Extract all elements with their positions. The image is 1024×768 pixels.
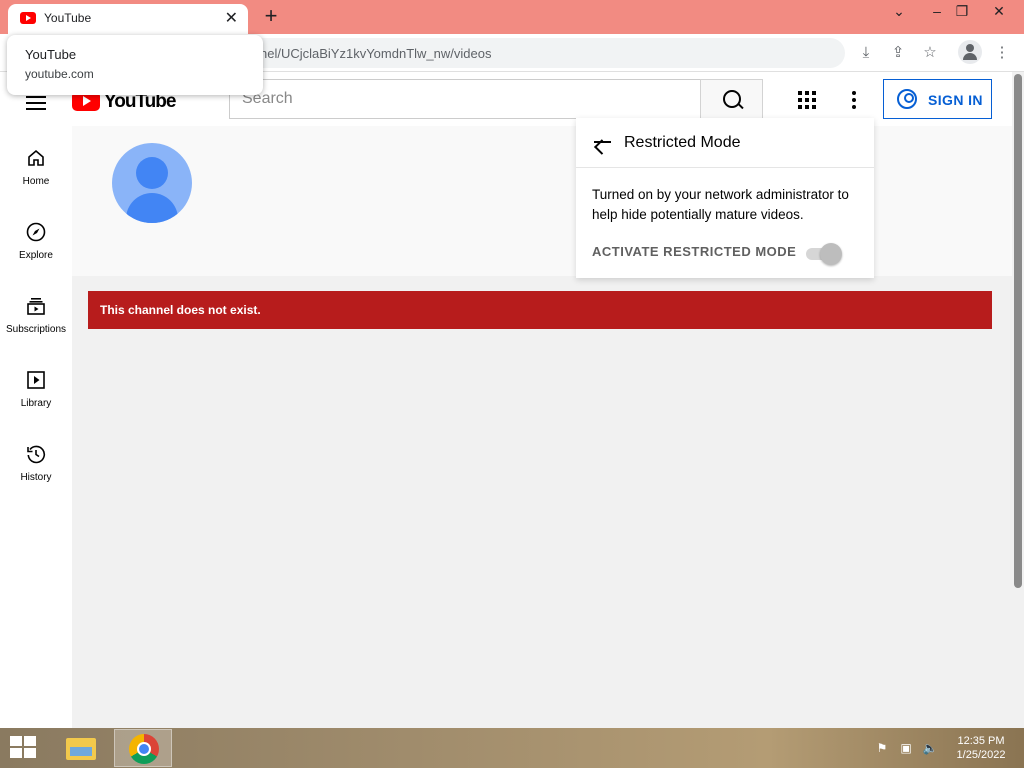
tab-title: YouTube [44, 11, 92, 25]
error-message: This channel does not exist. [100, 303, 261, 317]
apps-grid-icon[interactable] [798, 91, 816, 109]
page-scrollbar[interactable] [1012, 72, 1024, 728]
guide-item-history[interactable]: History [0, 444, 72, 514]
hover-card-domain: youtube.com [25, 67, 94, 81]
new-tab-button[interactable]: + [259, 3, 283, 29]
restore-button[interactable]: ❐ [947, 3, 977, 20]
volume-muted-icon[interactable]: 🔈 [922, 740, 938, 756]
tab-hover-card: YouTube youtube.com [7, 35, 263, 95]
share-icon[interactable]: ⇪ [887, 42, 909, 64]
guide-label-subscriptions: Subscriptions [5, 324, 67, 335]
compass-icon [26, 222, 46, 242]
sign-in-button[interactable]: SIGN IN [883, 79, 992, 119]
library-icon [27, 371, 45, 389]
restricted-mode-popup: Restricted Mode Turned on by your networ… [576, 118, 874, 278]
file-explorer-icon[interactable] [62, 732, 100, 764]
guide-item-library[interactable]: Library [0, 370, 72, 440]
search-button[interactable] [700, 79, 763, 119]
sign-in-label: SIGN IN [928, 92, 983, 108]
guide-label-explore: Explore [19, 250, 53, 261]
mini-guide: Home Explore Subscriptions Library Histo… [0, 126, 72, 728]
tab-search-icon[interactable]: ⌄ [884, 3, 914, 20]
chrome-icon [129, 734, 159, 764]
clock-date: 1/25/2022 [956, 749, 1006, 761]
network-icon[interactable]: ▣ [898, 740, 914, 756]
popup-title: Restricted Mode [624, 134, 741, 151]
account-icon [897, 89, 917, 109]
home-icon [28, 149, 44, 166]
install-icon[interactable]: ⤓ [855, 42, 877, 64]
error-banner: This channel does not exist. [88, 291, 992, 329]
guide-item-home[interactable]: Home [0, 148, 72, 218]
action-center-flag-icon[interactable]: ⚑ [874, 740, 890, 756]
history-icon [27, 445, 46, 464]
guide-item-subscriptions[interactable]: Subscriptions [0, 296, 72, 366]
browser-titlebar: YouTube ✕ + ⌄ – ❐ ✕ [0, 0, 1024, 34]
windows-taskbar: ⚑ ▣ 🔈 12:35 PM 1/25/2022 [0, 728, 1024, 768]
taskbar-clock[interactable]: 12:35 PM 1/25/2022 [948, 734, 1014, 762]
popup-header: Restricted Mode [576, 118, 874, 168]
guide-label-home: Home [22, 176, 50, 187]
profile-icon[interactable] [958, 40, 982, 64]
restricted-mode-description: Turned on by your network administrator … [592, 187, 849, 222]
restricted-mode-toggle[interactable] [804, 243, 844, 265]
search-input[interactable] [230, 80, 700, 118]
clock-time: 12:35 PM [957, 735, 1005, 747]
search-box [229, 79, 701, 119]
guide-label-library: Library [20, 398, 52, 409]
activate-restricted-mode-label: ACTIVATE RESTRICTED MODE [592, 244, 797, 259]
subscriptions-icon [27, 298, 45, 315]
guide-menu-icon[interactable] [26, 96, 46, 110]
settings-menu-icon[interactable] [852, 91, 856, 109]
windows-start-icon[interactable] [10, 736, 38, 760]
hover-card-title: YouTube [25, 47, 77, 62]
url-text: nel/UCjclaBiYz1kvYomdnTlw_nw/videos [260, 46, 492, 61]
back-arrow-icon[interactable] [592, 134, 612, 150]
close-tab-icon[interactable]: ✕ [225, 8, 238, 28]
scrollbar-thumb[interactable] [1014, 74, 1022, 588]
address-bar[interactable]: nel/UCjclaBiYz1kvYomdnTlw_nw/videos [180, 38, 845, 68]
guide-item-explore[interactable]: Explore [0, 222, 72, 292]
bookmark-star-icon[interactable]: ☆ [919, 42, 941, 64]
chrome-menu-icon[interactable]: ⋮ [991, 42, 1013, 64]
guide-label-history: History [20, 472, 52, 483]
toggle-knob [820, 243, 842, 265]
browser-tab[interactable]: YouTube ✕ [8, 4, 248, 34]
close-window-button[interactable]: ✕ [984, 3, 1014, 20]
youtube-favicon-icon [20, 12, 36, 24]
channel-avatar [112, 143, 192, 223]
taskbar-chrome-button[interactable] [114, 729, 172, 767]
